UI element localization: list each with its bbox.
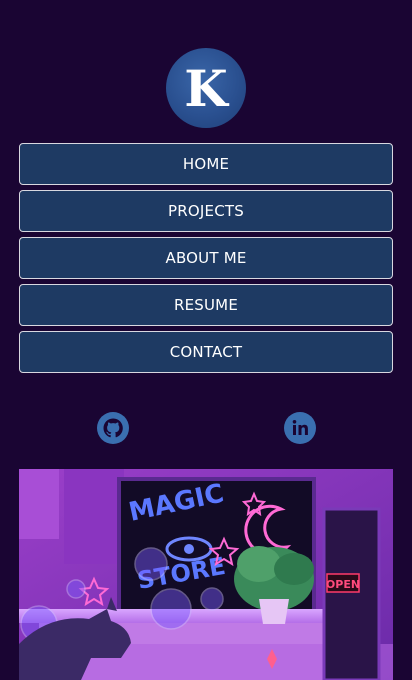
linkedin-link[interactable] [284, 412, 316, 444]
nav-about-button[interactable]: ABOUT ME [19, 237, 393, 279]
open-sign-text: OPEN [326, 578, 360, 591]
github-link[interactable] [97, 412, 129, 444]
nav-resume-button[interactable]: RESUME [19, 284, 393, 326]
github-icon [97, 412, 129, 444]
linkedin-icon [284, 412, 316, 444]
logo-avatar[interactable]: K [166, 48, 246, 128]
hero-illustration: MAGIC STORE OPEN [19, 469, 393, 680]
main-nav: HOME PROJECTS ABOUT ME RESUME CONTACT [19, 143, 393, 378]
nav-home-button[interactable]: HOME [19, 143, 393, 185]
nav-projects-button[interactable]: PROJECTS [19, 190, 393, 232]
nav-contact-button[interactable]: CONTACT [19, 331, 393, 373]
logo-letter: K [184, 59, 228, 118]
